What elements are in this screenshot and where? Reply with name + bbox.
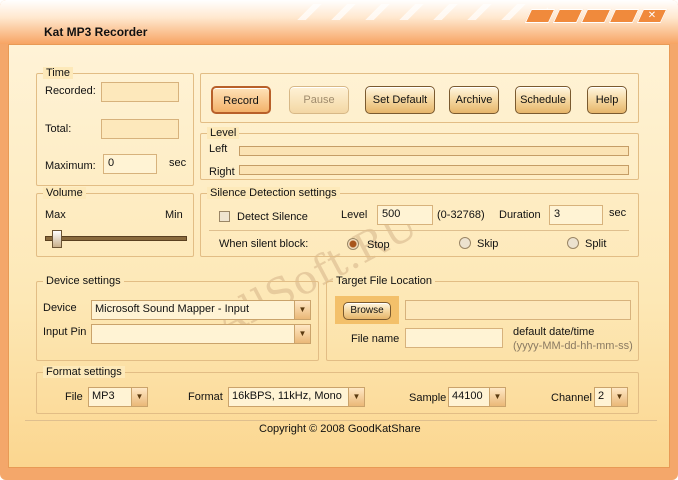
time-legend: Time <box>43 67 74 79</box>
copyright-text: Copyright © 2008 GoodKatShare <box>259 423 421 435</box>
file-type-combo[interactable]: MP3 ▼ <box>88 387 148 407</box>
device-combo-value: Microsoft Sound Mapper - Input <box>95 303 250 315</box>
split-radio-label: Split <box>585 238 607 250</box>
input-pin-combo[interactable]: ▼ <box>91 324 311 344</box>
duration-label: Duration <box>499 209 541 221</box>
maximize-button[interactable] <box>608 9 640 23</box>
record-button[interactable]: Record <box>211 86 271 114</box>
format-value: 16kBPS, 11kHz, Mono <box>232 390 342 402</box>
chevron-down-icon[interactable]: ▼ <box>294 325 310 343</box>
file-name-label: File name <box>351 333 400 345</box>
file-type-label: File <box>65 391 83 403</box>
set-default-button[interactable]: Set Default <box>365 86 435 114</box>
format-group: Format settings File MP3 ▼ Format 16kBPS… <box>36 366 639 414</box>
level-right-label: Right <box>209 166 235 178</box>
volume-group: Volume Max Min <box>36 187 194 257</box>
file-name-format-hint: (yyyy-MM-dd-hh-mm-ss) <box>513 340 633 352</box>
detect-silence-checkbox[interactable] <box>219 211 230 222</box>
target-path-field[interactable] <box>405 300 631 320</box>
level-group: Level Left Right <box>200 127 639 180</box>
minimize-button[interactable] <box>580 9 612 23</box>
volume-slider-track[interactable] <box>45 236 187 241</box>
archive-button[interactable]: Archive <box>449 86 499 114</box>
sample-value: 44100 <box>452 390 483 402</box>
file-name-hint: default date/time <box>513 326 595 338</box>
volume-legend: Volume <box>43 187 86 199</box>
level-legend: Level <box>207 127 240 139</box>
skip-radio-label: Skip <box>477 238 499 250</box>
duration-input[interactable]: 3 <box>549 205 603 225</box>
silence-level-input[interactable]: 500 <box>377 205 433 225</box>
file-name-input[interactable] <box>405 328 503 348</box>
pause-button[interactable]: Pause <box>289 86 349 114</box>
silence-level-label: Level <box>341 209 368 221</box>
silence-legend: Silence Detection settings <box>207 187 340 199</box>
browse-button[interactable]: Browse <box>343 302 391 320</box>
schedule-button[interactable]: Schedule <box>515 86 571 114</box>
silence-divider <box>209 230 629 231</box>
maximum-unit: sec <box>169 157 187 169</box>
format-label: Format <box>188 391 223 403</box>
window-title: Kat MP3 Recorder <box>44 25 148 39</box>
volume-min-label: Min <box>165 209 183 221</box>
title-bar[interactable]: Kat MP3 Recorder ✕ <box>0 0 678 44</box>
skip-radio[interactable] <box>459 237 471 249</box>
total-field <box>101 119 179 139</box>
file-type-value: MP3 <box>92 390 115 402</box>
format-legend: Format settings <box>43 366 125 378</box>
chevron-down-icon[interactable]: ▼ <box>611 388 627 406</box>
main-panel: AllSoft.RU Time Recorded: Total: Maximum… <box>8 44 670 468</box>
close-icon: ✕ <box>647 10 657 21</box>
app-window: Kat MP3 Recorder ✕ AllSoft.RU Time Recor… <box>0 0 678 480</box>
device-label: Device <box>43 302 77 314</box>
help-button[interactable]: Help <box>587 86 627 114</box>
device-combo[interactable]: Microsoft Sound Mapper - Input ▼ <box>91 300 311 320</box>
channel-label: Channel <box>551 392 592 404</box>
device-group: Device settings Device Microsoft Sound M… <box>36 275 319 361</box>
split-radio[interactable] <box>567 237 579 249</box>
time-group: Time Recorded: Total: Maximum: 0 sec <box>36 67 194 186</box>
channel-combo[interactable]: 2 ▼ <box>594 387 628 407</box>
left-level-meter <box>239 146 629 156</box>
when-silent-label: When silent block: <box>219 238 309 250</box>
silence-group: Silence Detection settings Detect Silenc… <box>200 187 639 257</box>
title-decor-button-2 <box>552 9 584 23</box>
chevron-down-icon[interactable]: ▼ <box>131 388 147 406</box>
target-legend: Target File Location <box>333 275 435 287</box>
duration-unit: sec <box>609 207 627 219</box>
volume-max-label: Max <box>45 209 66 221</box>
sample-combo[interactable]: 44100 ▼ <box>448 387 506 407</box>
toolbar-group: Record Pause Set Default Archive Schedul… <box>200 73 639 123</box>
sample-label: Sample <box>409 392 447 404</box>
title-decoration <box>288 4 548 20</box>
chevron-down-icon[interactable]: ▼ <box>489 388 505 406</box>
recorded-label: Recorded: <box>45 85 96 97</box>
maximum-label: Maximum: <box>45 160 96 172</box>
device-legend: Device settings <box>43 275 124 287</box>
input-pin-label: Input Pin <box>43 326 87 338</box>
format-combo[interactable]: 16kBPS, 11kHz, Mono ▼ <box>228 387 365 407</box>
target-group: Target File Location Browse File name de… <box>326 275 639 361</box>
stop-radio[interactable] <box>347 238 359 250</box>
chevron-down-icon[interactable]: ▼ <box>294 301 310 319</box>
detect-silence-label: Detect Silence <box>237 211 308 223</box>
title-decor-button-1 <box>524 9 556 23</box>
channel-value: 2 <box>598 390 605 402</box>
maximum-input[interactable]: 0 <box>103 154 157 174</box>
right-level-meter <box>239 165 629 175</box>
stop-radio-label: Stop <box>367 239 390 251</box>
total-label: Total: <box>45 123 72 135</box>
volume-slider-thumb[interactable] <box>51 230 62 248</box>
close-button[interactable]: ✕ <box>636 9 668 23</box>
chevron-down-icon[interactable]: ▼ <box>348 388 364 406</box>
footer-divider <box>25 420 657 421</box>
recorded-field <box>101 82 179 102</box>
level-left-label: Left <box>209 143 228 155</box>
silence-level-range: (0-32768) <box>437 209 485 221</box>
